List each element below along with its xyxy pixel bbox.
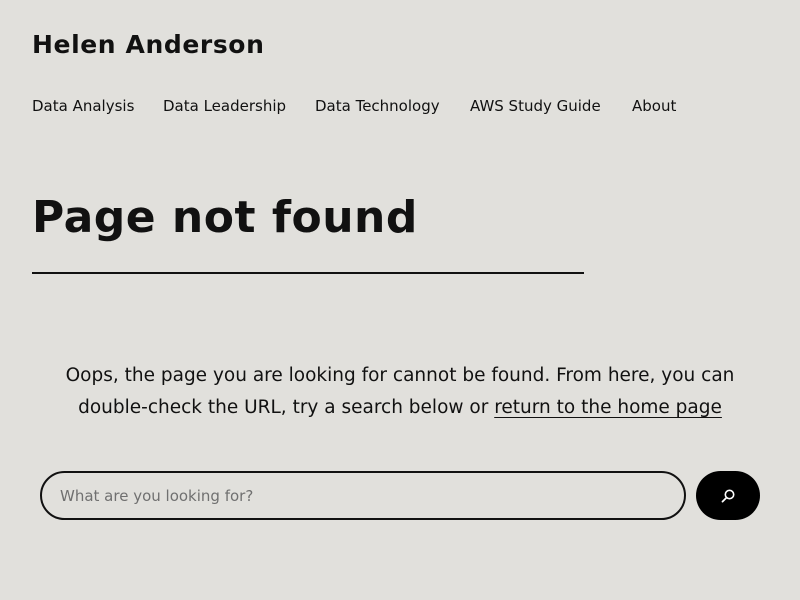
title-divider [32, 272, 584, 274]
not-found-message: Oops, the page you are looking for canno… [40, 360, 760, 424]
nav-item-data-technology[interactable]: Data Technology [315, 97, 440, 115]
site-title[interactable]: Helen Anderson [32, 30, 264, 59]
nav-item-about[interactable]: About [632, 97, 676, 115]
nav-item-data-leadership[interactable]: Data Leadership [163, 97, 286, 115]
search-input[interactable] [40, 471, 686, 520]
nav-item-data-analysis[interactable]: Data Analysis [32, 97, 134, 115]
home-page-link[interactable]: return to the home page [494, 397, 722, 418]
nav-item-aws-study-guide[interactable]: AWS Study Guide [470, 97, 601, 115]
search-icon [720, 488, 736, 504]
page-title: Page not found [32, 192, 418, 243]
search-button[interactable] [696, 471, 760, 520]
search-form [40, 471, 760, 520]
